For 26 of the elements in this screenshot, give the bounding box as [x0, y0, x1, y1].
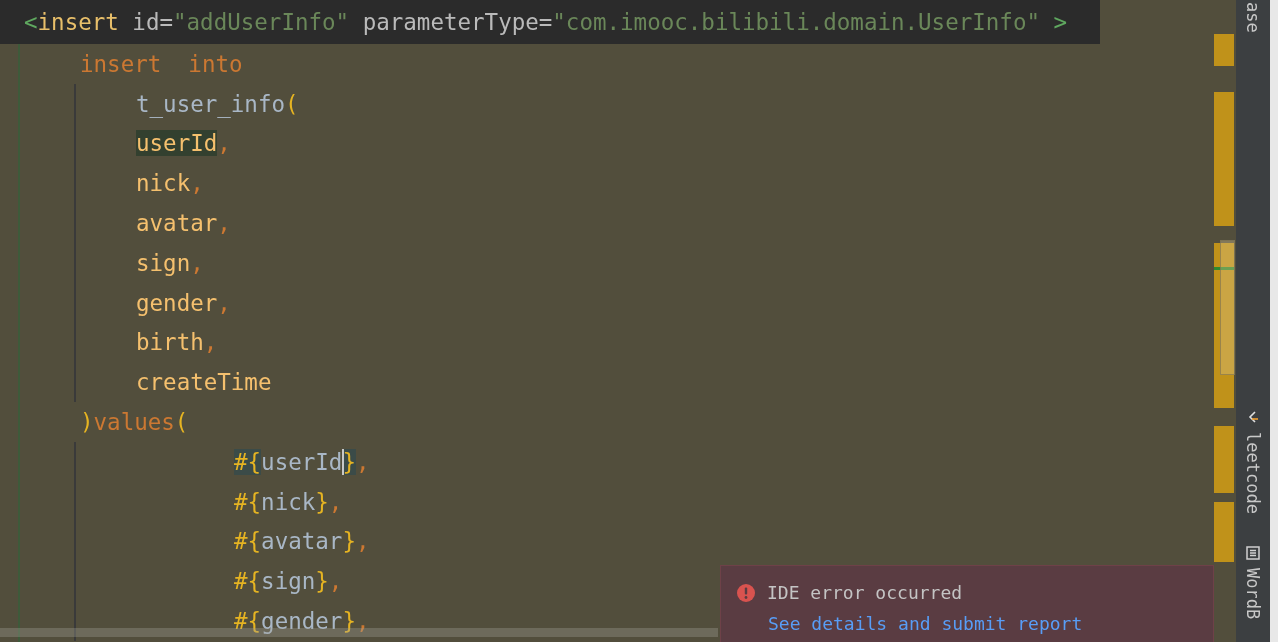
tool-window-tab[interactable]: ase — [1243, 2, 1263, 33]
notification-title: IDE error occurred — [767, 582, 963, 603]
code-line: birth, — [136, 328, 218, 358]
code-line: createTime — [136, 368, 272, 398]
book-icon[interactable] — [1246, 545, 1260, 560]
code-line: sign, — [136, 248, 204, 278]
tool-window-tab[interactable]: WordB — [1243, 567, 1263, 619]
code-line: insert into — [80, 49, 243, 79]
error-icon — [737, 583, 755, 602]
code-line: #{avatar}, — [234, 527, 370, 557]
scroll-marker — [1214, 426, 1234, 493]
code-line: #{nick}, — [234, 487, 343, 517]
code-line: t_user_info( — [136, 89, 299, 120]
code-line: nick, — [136, 169, 204, 199]
code-line: #{gender}, — [234, 607, 370, 637]
tool-window-tab[interactable]: leetcode — [1243, 431, 1263, 514]
scroll-thumb[interactable] — [1220, 240, 1235, 375]
code-line: #{sign}, — [234, 567, 343, 597]
details-link[interactable]: See details and submit report — [768, 613, 1083, 634]
code-line: avatar, — [136, 209, 231, 239]
code-line: )values( — [80, 408, 189, 438]
scroll-marker — [1214, 502, 1234, 562]
code-editor[interactable] — [0, 0, 1214, 642]
code-line: #{userId}, — [234, 447, 370, 477]
code-line: gender, — [136, 288, 231, 318]
scroll-marker — [1214, 34, 1234, 66]
